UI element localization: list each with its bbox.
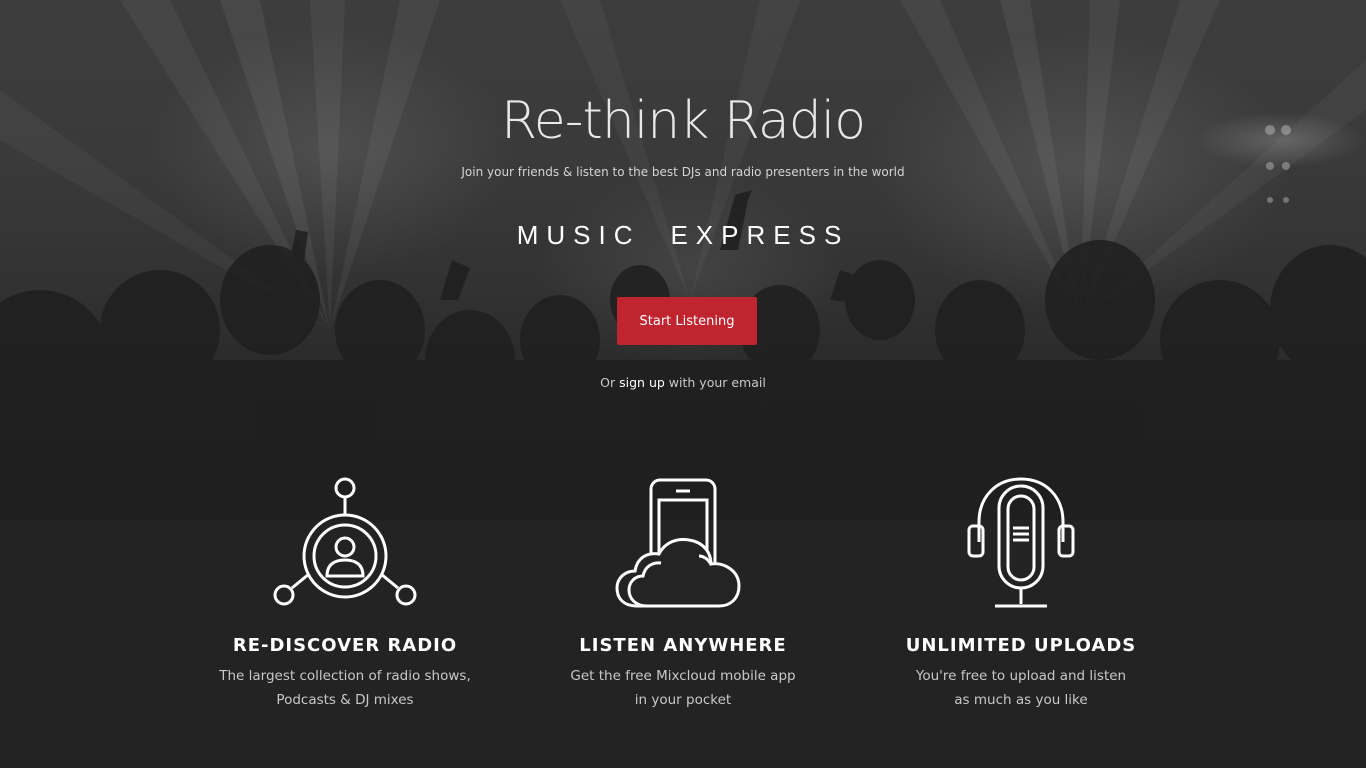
feature-description-line: Podcasts & DJ mixes [276,692,414,708]
brand-word-express: EXPRESS [670,220,850,250]
feature-unlimited-uploads: UNLIMITED UPLOADS You're free to upload … [851,470,1191,712]
feature-title: RE-DISCOVER RADIO [232,635,458,656]
hero-title: Re-think Radio [500,91,866,151]
start-listening-button[interactable]: Start Listening [617,297,757,345]
microphone-headphones-icon [967,477,1075,608]
hero-subtitle: Join your friends & listen to the best D… [461,165,905,179]
hero-section: Re-think Radio Join your friends & liste… [0,0,1366,420]
feature-description-line: The largest collection of radio shows, [219,668,471,684]
signup-prompt: Or sign up with your email [0,374,1366,392]
feature-description-line: Get the free Mixcloud mobile app [570,668,796,684]
feature-description-line: in your pocket [634,692,732,708]
features-section: RE-DISCOVER RADIO The largest collection… [0,470,1366,730]
phone-cloud-icon [615,478,741,608]
feature-description-line: You're free to upload and listen [915,668,1127,684]
brand-logo: MUSIC EXPRESS [0,218,1366,252]
feature-listen-anywhere: LISTEN ANYWHERE Get the free Mixcloud mo… [513,470,853,712]
feature-description: You're free to upload and listen as much… [851,664,1191,712]
network-user-icon [273,477,417,606]
signup-prefix: Or [600,375,616,390]
feature-title: LISTEN ANYWHERE [579,635,787,656]
signup-suffix: with your email [668,375,766,390]
landing-page: Re-think Radio Join your friends & liste… [0,0,1366,768]
feature-description: The largest collection of radio shows, P… [175,664,515,712]
feature-description: Get the free Mixcloud mobile app in your… [513,664,853,712]
feature-title: UNLIMITED UPLOADS [905,635,1137,656]
sign-up-link[interactable]: sign up [619,375,665,390]
feature-description-line: as much as you like [954,692,1088,708]
feature-rediscover-radio: RE-DISCOVER RADIO The largest collection… [175,470,515,712]
brand-word-music: MUSIC [516,220,641,250]
